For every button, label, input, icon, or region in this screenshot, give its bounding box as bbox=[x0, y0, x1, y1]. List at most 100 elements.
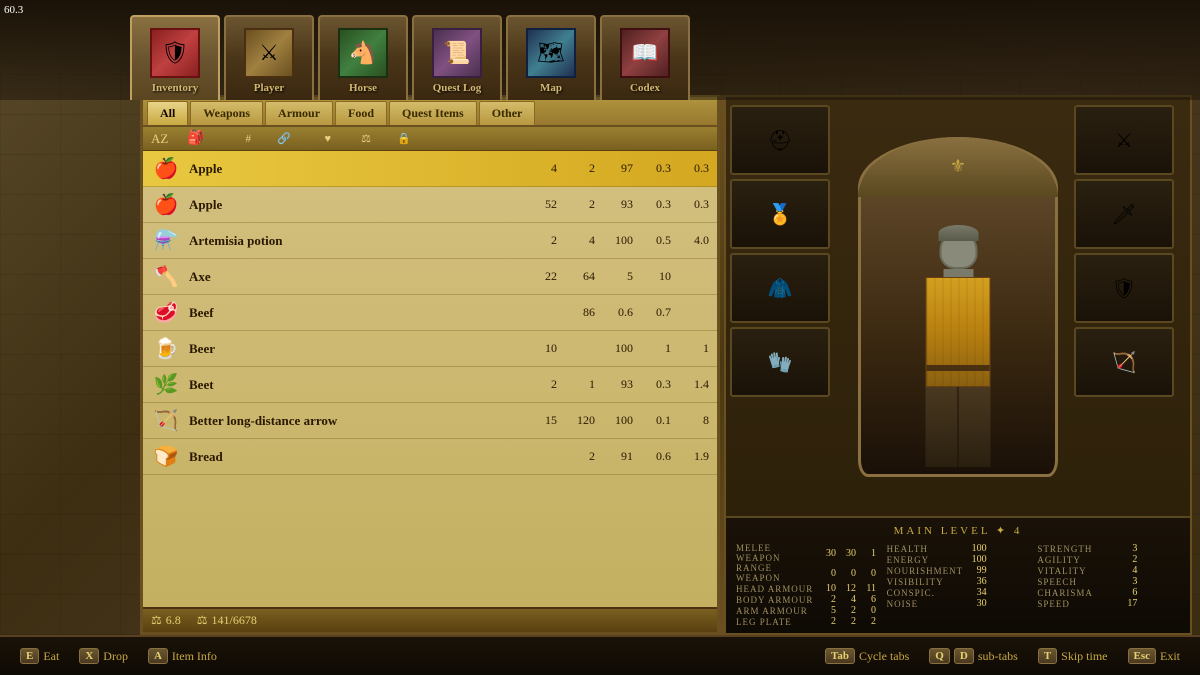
nav-tab-player[interactable]: ⚔ Player bbox=[224, 15, 314, 100]
item-icon: 🪓 bbox=[151, 262, 181, 292]
eq-slot-gloves[interactable]: 🧤 bbox=[730, 327, 830, 397]
eq-slot-weapon2[interactable]: 🗡 bbox=[1074, 179, 1174, 249]
chest-icon: 🧥 bbox=[768, 276, 793, 301]
item-icon: ⚗️ bbox=[151, 226, 181, 256]
item-icon: 🍎 bbox=[151, 154, 181, 184]
stats-col-1: MELEE WEAPON 30 30 1 RANGE WEAPON 0 0 0 bbox=[736, 543, 879, 627]
skip-time-key: T bbox=[1038, 648, 1057, 664]
item-name: Apple bbox=[189, 161, 519, 177]
weight-value: 6.8 bbox=[166, 613, 181, 628]
nav-tab-codex[interactable]: 📖 Codex bbox=[600, 15, 690, 100]
eq-slot-helmet[interactable]: ⛑ bbox=[730, 105, 830, 175]
weight-col-header: ⚖ bbox=[331, 132, 371, 145]
cat-tab-all[interactable]: All bbox=[147, 101, 188, 125]
list-item[interactable]: 🍎 Apple 52 2 93 0.3 0.3 bbox=[143, 187, 717, 223]
item-icon: 🏹 bbox=[151, 406, 181, 436]
main-content: All Weapons Armour Food Quest Items Othe… bbox=[0, 95, 1200, 635]
main-level-stars: ✦ bbox=[996, 525, 1014, 537]
sort-button[interactable]: AZ bbox=[151, 131, 181, 147]
stat-row-visibility: VISIBILITY 36 bbox=[887, 576, 1030, 587]
stat-row-body-armour: BODY ARMOUR 2 4 6 bbox=[736, 594, 879, 605]
action-bar: E Eat X Drop A Item Info Tab Cycle tabs … bbox=[0, 635, 1200, 675]
fps-counter: 60.3 bbox=[4, 4, 23, 16]
count-col-header: # bbox=[211, 133, 251, 145]
stat-row-speed: SPEED 17 bbox=[1037, 598, 1180, 609]
nav-tab-codex-label: Codex bbox=[630, 82, 660, 94]
cat-tab-armour[interactable]: Armour bbox=[265, 101, 333, 125]
item-icon: 🌿 bbox=[151, 370, 181, 400]
item-name: Axe bbox=[189, 269, 519, 285]
main-level-bar: MAIN LEVEL ✦ 4 bbox=[736, 524, 1180, 537]
arrow-icon: 🏹 bbox=[1112, 350, 1137, 375]
nav-tab-questlog[interactable]: 📜 Quest Log bbox=[412, 15, 502, 100]
cycle-tabs-label: Cycle tabs bbox=[859, 649, 909, 664]
action-eat[interactable]: E Eat bbox=[20, 648, 59, 664]
list-item[interactable]: 🌿 Beet 2 1 93 0.3 1.4 bbox=[143, 367, 717, 403]
codex-icon: 📖 bbox=[618, 25, 673, 80]
sub-tabs-key-q: Q bbox=[929, 648, 950, 664]
eat-label: Eat bbox=[43, 649, 59, 664]
eq-slot-shield[interactable]: 🛡 bbox=[1074, 253, 1174, 323]
equipment-slots-left: ⛑ 🏅 🧥 🧤 bbox=[726, 97, 846, 516]
action-sub-tabs[interactable]: Q D sub-tabs bbox=[929, 648, 1018, 664]
food-col-header: ♥ bbox=[291, 133, 331, 145]
item-name: Better long-distance arrow bbox=[189, 413, 519, 429]
action-exit[interactable]: Esc Exit bbox=[1128, 648, 1181, 664]
eq-slot-chest[interactable]: 🧥 bbox=[730, 253, 830, 323]
list-item[interactable]: 🪓 Axe 22 64 5 10 bbox=[143, 259, 717, 295]
list-item[interactable]: 🍎 Apple 4 2 97 0.3 0.3 bbox=[143, 151, 717, 187]
stats-col-2: HEALTH 100 ENERGY 100 NOURISHMENT 99 VIS… bbox=[887, 543, 1030, 627]
item-name: Bread bbox=[189, 449, 519, 465]
nav-tab-inventory[interactable]: 🛡 Inventory bbox=[130, 15, 220, 100]
action-cycle-tabs[interactable]: Tab Cycle tabs bbox=[825, 648, 909, 664]
list-item[interactable]: 🥩 Beef 86 0.6 0.7 bbox=[143, 295, 717, 331]
action-skip-time[interactable]: T Skip time bbox=[1038, 648, 1108, 664]
list-item[interactable]: 🏹 Better long-distance arrow 15 120 100 … bbox=[143, 403, 717, 439]
item-name: Apple bbox=[189, 197, 519, 213]
item-val-c1: 4 bbox=[519, 161, 557, 176]
weapon2-icon: 🗡 bbox=[1111, 202, 1136, 227]
stat-row-arm-armour: ARM ARMOUR 5 2 0 bbox=[736, 605, 879, 616]
nav-tab-map-label: Map bbox=[540, 82, 562, 94]
amulet-icon: 🏅 bbox=[768, 202, 793, 227]
list-item[interactable]: ⚗️ Artemisia potion 2 4 100 0.5 4.0 bbox=[143, 223, 717, 259]
cat-tab-weapons[interactable]: Weapons bbox=[190, 101, 263, 125]
stat-row-energy: ENERGY 100 bbox=[887, 554, 1030, 565]
top-navigation: 🛡 Inventory ⚔ Player 🐴 Horse 📜 Quest Log… bbox=[0, 0, 1200, 100]
nav-tab-inventory-label: Inventory bbox=[152, 82, 198, 94]
cat-tab-quest-items[interactable]: Quest Items bbox=[389, 101, 477, 125]
nav-tab-player-label: Player bbox=[254, 82, 285, 94]
action-item-info[interactable]: A Item Info bbox=[148, 648, 217, 664]
eq-slot-amulet[interactable]: 🏅 bbox=[730, 179, 830, 249]
icon-col-header: 🎒 bbox=[181, 130, 211, 147]
list-item[interactable]: 🍺 Beer 10 100 1 1 bbox=[143, 331, 717, 367]
item-icon: 🍺 bbox=[151, 334, 181, 364]
map-icon: 🗺 bbox=[524, 25, 579, 80]
item-info-label: Item Info bbox=[172, 649, 217, 664]
stat-row-noise: NOISE 30 bbox=[887, 598, 1030, 609]
questlog-icon: 📜 bbox=[430, 25, 485, 80]
cat-tab-other[interactable]: Other bbox=[479, 101, 536, 125]
cat-tab-food[interactable]: Food bbox=[335, 101, 387, 125]
item-list[interactable]: 🍎 Apple 4 2 97 0.3 0.3 🍎 Apple 52 2 93 0… bbox=[143, 151, 717, 607]
item-val-c3: 97 bbox=[595, 161, 633, 176]
item-icon: 🍞 bbox=[151, 442, 181, 472]
eq-slot-weapon1[interactable]: ⚔ bbox=[1074, 105, 1174, 175]
groschen-status: ⚖ 141/6678 bbox=[197, 613, 257, 628]
player-icon: ⚔ bbox=[242, 25, 297, 80]
cycle-tabs-key: Tab bbox=[825, 648, 855, 664]
weapon1-icon: ⚔ bbox=[1115, 128, 1133, 153]
inventory-icon: 🛡 bbox=[148, 25, 203, 80]
nav-tab-horse[interactable]: 🐴 Horse bbox=[318, 15, 408, 100]
list-item[interactable]: 🍞 Bread 2 91 0.6 1.9 bbox=[143, 439, 717, 475]
eq-slot-arrow[interactable]: 🏹 bbox=[1074, 327, 1174, 397]
nav-tab-map[interactable]: 🗺 Map bbox=[506, 15, 596, 100]
drop-label: Drop bbox=[103, 649, 128, 664]
item-name: Artemisia potion bbox=[189, 233, 519, 249]
item-name: Beef bbox=[189, 305, 519, 321]
nav-tab-horse-label: Horse bbox=[349, 82, 377, 94]
action-drop[interactable]: X Drop bbox=[79, 648, 128, 664]
exit-key: Esc bbox=[1128, 648, 1157, 664]
condition-col-header: 🔗 bbox=[251, 132, 291, 145]
stat-row-speech: SPEECH 3 bbox=[1037, 576, 1180, 587]
